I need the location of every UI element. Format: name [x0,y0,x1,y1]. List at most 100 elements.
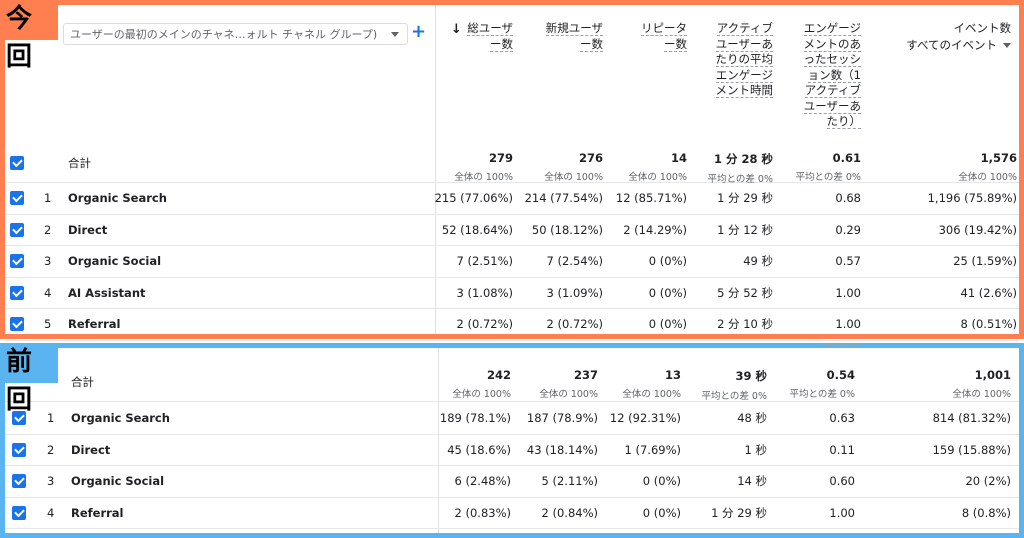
sessions-per-user-cell: 0.68 [835,191,861,206]
event-count-cell: 8 (0.51%) [960,317,1017,332]
sessions-per-user-cell: 1.00 [835,285,861,300]
row-index: 3 [44,254,52,269]
sessions-per-user-total: 0.61 [832,151,861,165]
dimension-select-label: ユーザーの最初のメインのチャネ…ォルト チャネル グループ) [70,28,378,41]
new-users-cell: 7 (2.54%) [546,254,603,269]
table-row[interactable]: 2 Direct 45 (18.6%) 43 (18.14%) 1 (7.69%) 1 秒… [5,435,1019,466]
table-row[interactable]: 1 Organic Search 215 (77.06%) 214 (77.54%) 1… [5,183,1019,215]
previous-period-panel: 前回 合計 242 全体の 100% 237 全体の 100% 13 全体の 1… [0,343,1024,538]
engagement-time-cell: 14 秒 [737,474,767,489]
new-users-cell: 50 (18.12%) [531,222,603,237]
returning-users-cell: 0 (0%) [648,254,687,269]
event-count-cell: 41 (2.6%) [960,285,1017,300]
returning-users-cell: 0 (0%) [648,317,687,332]
total-users-cell: 6 (2.48%) [454,474,511,489]
event-filter-select[interactable]: すべてのイベント [885,38,1011,54]
new-users-cell: 2 (0.72%) [546,317,603,332]
returning-users-cell: 12 (85.71%) [615,191,687,206]
event-count-cell: 8 (0.8%) [961,505,1011,520]
returning-users-cell: 0 (0%) [648,285,687,300]
engagement-time-cell: 2 分 10 秒 [717,317,773,332]
row-checkbox[interactable] [10,254,24,269]
totals-label: 合計 [68,155,91,170]
channel-label: Direct [71,442,111,457]
sessions-per-user-cell: 0.29 [835,222,861,237]
header-engagement-time[interactable]: アクティブ ユーザーあ たりの平均 エンゲージ メント時間 [695,21,773,99]
row-checkbox[interactable] [12,442,26,457]
current-period-tag: 今回 [0,0,58,72]
table-row[interactable]: 1 Organic Search 189 (78.1%) 187 (78.9%) 12 … [5,403,1019,435]
sessions-per-user-cell: 0.11 [829,442,855,457]
engagement-time-total: 39 秒 [735,369,767,383]
sessions-per-user-cell: 1.00 [829,505,855,520]
row-checkbox[interactable] [10,222,24,237]
totals-row: 合計 242 全体の 100% 237 全体の 100% 13 全体の 100%… [5,362,1019,402]
row-checkbox[interactable] [12,505,26,520]
sessions-per-user-cell: 0.60 [829,474,855,489]
add-dimension-button[interactable]: + [411,21,426,42]
header-returning-users[interactable]: リピータ ー数 [615,21,687,52]
previous-period-tag: 前回 [0,343,58,415]
table-row[interactable]: 3 Organic Social 6 (2.48%) 5 (2.11%) 0 (0%) 1… [5,466,1019,498]
header-event-count[interactable]: イベント数 すべてのイベント [885,21,1011,53]
header-sessions-per-user[interactable]: エンゲージ メントのあ ったセッシ ョン数（1 アクティブ ユーザーあ たり） [785,21,861,130]
engagement-time-cell: 5 分 52 秒 [717,285,773,300]
engagement-time-cell: 49 秒 [743,254,773,269]
new-users-cell: 214 (77.54%) [524,191,603,206]
row-index: 2 [47,442,55,457]
current-period-panel: 今回 ユーザーの最初のメインのチャネ…ォルト チャネル グループ) + ↓ 総ユ… [0,0,1024,341]
table-row[interactable]: 4 Referral 2 (0.83%) 2 (0.84%) 0 (0%) 1 分 29 … [5,498,1019,529]
new-users-total: 237 [573,368,598,382]
returning-users-cell: 0 (0%) [642,505,681,520]
row-checkbox[interactable] [10,285,24,300]
new-users-cell: 187 (78.9%) [526,411,598,426]
engagement-time-cell: 48 秒 [737,411,767,426]
engagement-time-cell: 1 分 12 秒 [717,222,773,237]
engagement-time-cell: 1 分 29 秒 [717,191,773,206]
new-users-cell: 2 (0.84%) [541,505,598,520]
table-row[interactable]: 2 Direct 52 (18.64%) 50 (18.12%) 2 (14.29%) 1… [5,215,1019,246]
total-users-cell: 2 (0.72%) [456,317,513,332]
row-index: 3 [47,474,55,489]
sessions-per-user-cell: 0.57 [835,254,861,269]
row-checkbox[interactable] [10,317,24,332]
event-count-cell: 1,196 (75.89%) [927,191,1017,206]
event-count-cell: 25 (1.59%) [953,254,1017,269]
event-count-cell: 306 (19.42%) [938,222,1017,237]
divider [825,344,859,346]
channel-label: Organic Search [68,191,167,206]
row-index: 1 [44,191,52,206]
row-index: 1 [47,411,55,426]
dimension-select[interactable]: ユーザーの最初のメインのチャネ…ォルト チャネル グループ) [63,23,408,45]
new-users-cell: 43 (18.14%) [526,442,598,457]
returning-total: 13 [664,368,681,382]
channel-label: Referral [71,505,124,520]
total-users-total: 242 [486,368,511,382]
row-index: 2 [44,222,52,237]
new-users-cell: 3 (1.09%) [546,285,603,300]
total-users-cell: 45 (18.6%) [447,442,511,457]
row-checkbox[interactable] [10,191,24,206]
table-row[interactable]: 3 Organic Social 7 (2.51%) 7 (2.54%) 0 (0%) 4… [5,246,1019,278]
sessions-per-user-total: 0.54 [826,368,855,382]
table-row[interactable]: 5 Referral 2 (0.72%) 2 (0.72%) 0 (0%) 2 分 10 … [5,309,1019,341]
returning-users-cell: 1 (7.69%) [624,442,681,457]
totals-label: 合計 [71,374,94,389]
event-count-total: 1,001 [974,368,1011,382]
returning-users-cell: 12 (92.31%) [609,411,681,426]
header-new-users[interactable]: 新規ユーザ ー数 [525,21,603,52]
row-checkbox[interactable] [12,474,26,489]
totals-row: 合計 279 全体の 100% 276 全体の 100% 14 全体の 100%… [5,143,1019,185]
total-users-cell: 2 (0.83%) [454,505,511,520]
table-row[interactable]: 4 AI Assistant 3 (1.08%) 3 (1.09%) 0 (0%) 5 分… [5,278,1019,309]
row-index: 4 [47,505,55,520]
header-total-users[interactable]: 総ユーザ ー数 [453,21,513,52]
new-users-cell: 5 (2.11%) [541,474,598,489]
select-all-checkbox[interactable] [10,155,24,170]
row-index: 4 [44,285,52,300]
event-count-cell: 814 (81.32%) [932,411,1011,426]
channel-label: Referral [68,317,121,332]
row-index: 5 [44,317,52,332]
total-users-cell: 215 (77.06%) [434,191,513,206]
returning-users-cell: 2 (14.29%) [623,222,687,237]
